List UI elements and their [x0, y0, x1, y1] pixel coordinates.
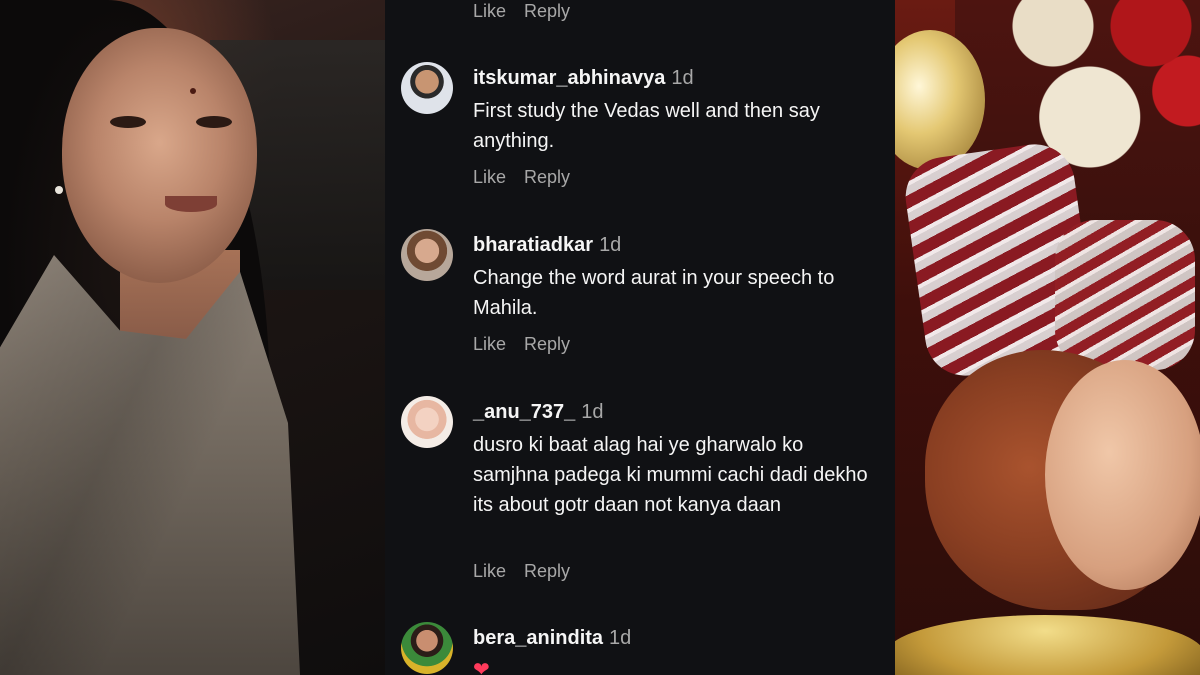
reply-button[interactable]: Reply: [524, 333, 570, 355]
timestamp: 1d: [581, 401, 604, 423]
earring: [55, 186, 63, 194]
like-button[interactable]: Like: [473, 333, 506, 355]
timestamp: 1d: [599, 234, 622, 256]
right-eye: [196, 116, 232, 128]
timestamp: 1d: [609, 627, 632, 649]
comment-header: itskumar_abhinavya 1d: [473, 66, 694, 90]
previous-comment-actions: Like Reply: [473, 0, 570, 22]
like-button[interactable]: Like: [473, 166, 506, 188]
avatar[interactable]: [401, 62, 453, 114]
comment-header: bera_anindita 1d: [473, 626, 631, 650]
username[interactable]: bera_anindita: [473, 627, 603, 649]
avatar[interactable]: [401, 622, 453, 674]
comment-actions: Like Reply: [473, 166, 570, 188]
left-photo-woman-speaking: [0, 0, 385, 675]
bangles-second: [1055, 220, 1195, 370]
comments-panel[interactable]: Like Reply itskumar_abhinavya 1d First stu…: [385, 0, 895, 675]
timestamp: 1d: [671, 67, 694, 89]
comment-text: Change the word aurat in your speech to …: [473, 267, 835, 319]
bindi: [190, 88, 196, 94]
avatar[interactable]: [401, 396, 453, 448]
like-button[interactable]: Like: [473, 0, 506, 22]
username[interactable]: bharatiadkar: [473, 234, 593, 256]
mouth: [165, 196, 217, 212]
username[interactable]: itskumar_abhinavya: [473, 67, 665, 89]
face: [62, 28, 257, 283]
right-photo-wedding-hands: [895, 0, 1200, 675]
username[interactable]: _anu_737_: [473, 401, 575, 423]
brass-bowl: [895, 615, 1200, 675]
comment-actions: Like Reply: [473, 333, 570, 355]
comment-header: bharatiadkar 1d: [473, 233, 621, 257]
like-button[interactable]: Like: [473, 560, 506, 582]
heart-emoji-icon: ❤: [473, 659, 490, 675]
reply-button[interactable]: Reply: [524, 0, 570, 22]
comment-text: First study the Vedas well and then say …: [473, 100, 820, 152]
comment-actions: Like Reply: [473, 560, 570, 582]
avatar[interactable]: [401, 229, 453, 281]
comment-header: _anu_737_ 1d: [473, 400, 604, 424]
reply-button[interactable]: Reply: [524, 166, 570, 188]
comment-text: dusro ki baat alag hai ye gharwalo ko sa…: [473, 434, 868, 516]
supporting-hand: [1045, 360, 1200, 590]
reply-button[interactable]: Reply: [524, 560, 570, 582]
left-eye: [110, 116, 146, 128]
